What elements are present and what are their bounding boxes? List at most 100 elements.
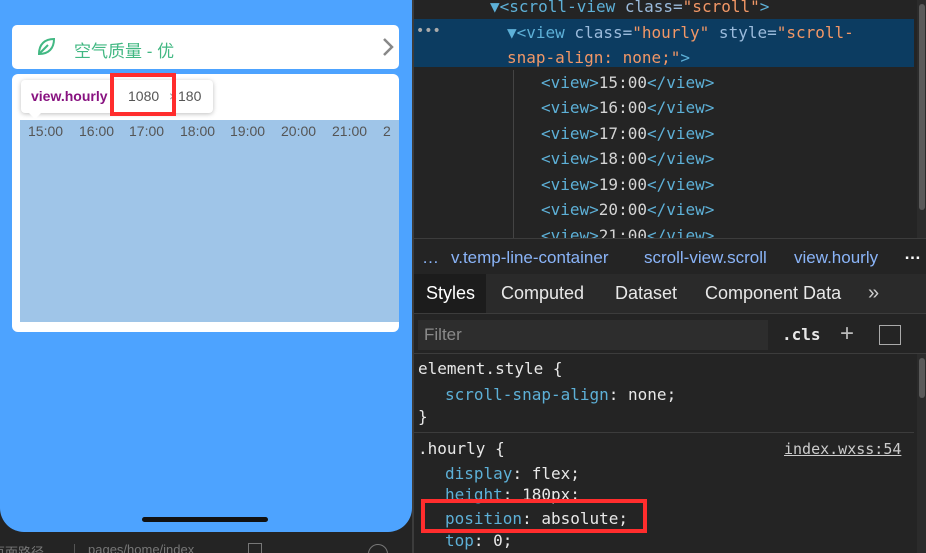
breadcrumb: … v.temp-line-container scroll-view.scro…: [414, 238, 926, 274]
breadcrumb-item[interactable]: scroll-view.scroll: [644, 248, 767, 268]
element-size-tooltip: view.hourly 1080 × 180: [21, 80, 213, 119]
scene-icon[interactable]: [368, 544, 388, 553]
node-attr-name: style=: [709, 23, 777, 42]
phone-screen: 空气质量 - 优 15:00 16:00 17:00 18:00 19:00 2…: [0, 0, 412, 532]
style-property-value[interactable]: none;: [628, 385, 676, 404]
hourly-scroll-view[interactable]: 15:00 16:00 17:00 18:00 19:00 20:00 21:0…: [28, 123, 399, 143]
hour-label: 17:00: [129, 123, 165, 139]
node-text: 19:00: [598, 175, 647, 194]
style-property-value[interactable]: flex;: [532, 464, 580, 483]
chevron-right-icon: [383, 38, 394, 56]
style-declaration[interactable]: height: 180px;: [445, 485, 580, 504]
devtools-panel: ••• ▼<scroll-view class="scroll"> ▼<view…: [414, 0, 926, 553]
dom-scrollbar-thumb[interactable]: [919, 4, 925, 210]
breadcrumb-item[interactable]: view.hourly: [794, 248, 878, 268]
styles-filter-bar: .cls +: [414, 316, 926, 354]
styles-filter-input[interactable]: [418, 320, 768, 350]
more-tabs-icon[interactable]: »: [868, 274, 879, 313]
node-tag: ▼<view: [507, 23, 565, 42]
node-text: 18:00: [598, 149, 647, 168]
node-attr-name: class=: [564, 23, 633, 42]
air-quality-label: 空气质量 - 优: [74, 42, 175, 61]
tooltip-width: 1080: [128, 88, 160, 104]
hour-label: 2: [383, 123, 391, 139]
tooltip-height: 180: [178, 88, 202, 104]
air-quality-card[interactable]: 空气质量 - 优: [12, 25, 399, 69]
style-property-value[interactable]: absolute;: [541, 509, 628, 528]
hour-label: 21:00: [332, 123, 368, 139]
hour-label: 16:00: [79, 123, 115, 139]
node-text: 20:00: [598, 200, 647, 219]
style-property-name[interactable]: display: [445, 464, 512, 483]
node-attr-name: class=: [615, 0, 683, 16]
hour-label: 18:00: [180, 123, 216, 139]
rule-source-link[interactable]: index.wxss:54: [784, 440, 901, 458]
hour-label: 15:00: [28, 123, 64, 139]
node-menu-icon[interactable]: •••: [416, 23, 441, 39]
new-rule-button[interactable]: +: [840, 320, 854, 348]
style-declaration[interactable]: position: absolute;: [445, 509, 628, 528]
node-attr-value: "scroll": [682, 0, 760, 16]
style-property-name[interactable]: scroll-snap-align: [445, 385, 609, 404]
styles-pane: element.style { scroll-snap-align: none;…: [414, 354, 926, 553]
breadcrumb-overflow[interactable]: …: [422, 248, 439, 268]
home-indicator: [142, 517, 268, 522]
tab-dataset[interactable]: Dataset: [615, 274, 677, 313]
style-property-name[interactable]: position: [445, 509, 522, 528]
dom-node-scroll-view[interactable]: ▼<scroll-view class="scroll">: [490, 0, 769, 16]
leaf-icon: [37, 37, 56, 56]
style-declaration[interactable]: top: 0;: [445, 531, 512, 550]
dom-tree: ••• ▼<scroll-view class="scroll"> ▼<view…: [414, 0, 926, 238]
node-text: 21:00: [598, 226, 647, 238]
style-property-name[interactable]: height: [445, 485, 503, 504]
node-text: 15:00: [598, 73, 647, 92]
page-path-label: 页面路径: [0, 545, 45, 553]
breadcrumb-overflow-end[interactable]: …: [904, 244, 921, 264]
dom-node-hour[interactable]: <view>21:00</view>: [541, 226, 714, 238]
sidebar-toggle-icon[interactable]: [879, 325, 901, 345]
node-attr-value: snap-align: none;": [507, 48, 681, 67]
node-tag: ▼<scroll-view: [490, 0, 616, 16]
footer-divider: [74, 544, 75, 553]
simulator-footer: 页面路径 pages/home/index: [0, 536, 412, 553]
dom-node-hour[interactable]: <view>19:00</view>: [541, 175, 714, 194]
dom-node-hourly-cont[interactable]: snap-align: none;">: [507, 48, 690, 67]
copy-icon[interactable]: [248, 543, 262, 553]
node-attr-value: "scroll-: [776, 23, 854, 42]
dom-node-hour[interactable]: <view>20:00</view>: [541, 200, 714, 219]
style-property-value[interactable]: 180px;: [522, 485, 580, 504]
devtools-tabs: Styles Computed Dataset Component Data »: [414, 274, 926, 314]
hour-label: 20:00: [281, 123, 317, 139]
simulator-panel: 空气质量 - 优 15:00 16:00 17:00 18:00 19:00 2…: [0, 0, 412, 553]
style-property-name[interactable]: top: [445, 531, 474, 550]
dom-node-hourly[interactable]: ▼<view class="hourly" style="scroll-: [507, 23, 854, 42]
node-text: 17:00: [598, 124, 647, 143]
node-text: 16:00: [598, 98, 647, 117]
breadcrumb-item[interactable]: v.temp-line-container: [451, 248, 608, 268]
tooltip-separator: ×: [169, 88, 178, 104]
tooltip-element-name: view.hourly: [31, 88, 108, 104]
styles-scrollbar-thumb[interactable]: [919, 358, 925, 398]
style-property-value[interactable]: 0;: [493, 531, 512, 550]
rule-divider: [414, 432, 914, 433]
tab-component-data[interactable]: Component Data: [705, 274, 841, 313]
rule-selector[interactable]: .hourly {: [418, 439, 505, 458]
element-highlight-overlay: [20, 120, 399, 322]
rule-close-brace: }: [418, 407, 428, 426]
style-declaration[interactable]: scroll-snap-align: none;: [445, 385, 676, 404]
cls-toggle-button[interactable]: .cls: [782, 325, 821, 344]
element-style-selector: element.style {: [418, 359, 563, 378]
dom-node-hour[interactable]: <view>17:00</view>: [541, 124, 714, 143]
page-path-value: pages/home/index: [88, 542, 195, 553]
node-tag-close: >: [759, 0, 770, 16]
tree-guide-line: [513, 70, 514, 238]
node-attr-value: "hourly": [632, 23, 710, 42]
tab-computed[interactable]: Computed: [501, 274, 584, 313]
dom-node-hour[interactable]: <view>15:00</view>: [541, 73, 714, 92]
hour-label: 19:00: [230, 123, 266, 139]
dom-node-hour[interactable]: <view>18:00</view>: [541, 149, 714, 168]
tab-styles[interactable]: Styles: [414, 274, 486, 313]
style-declaration[interactable]: display: flex;: [445, 464, 580, 483]
dom-node-hour[interactable]: <view>16:00</view>: [541, 98, 714, 117]
node-tag-close: >: [680, 48, 691, 67]
